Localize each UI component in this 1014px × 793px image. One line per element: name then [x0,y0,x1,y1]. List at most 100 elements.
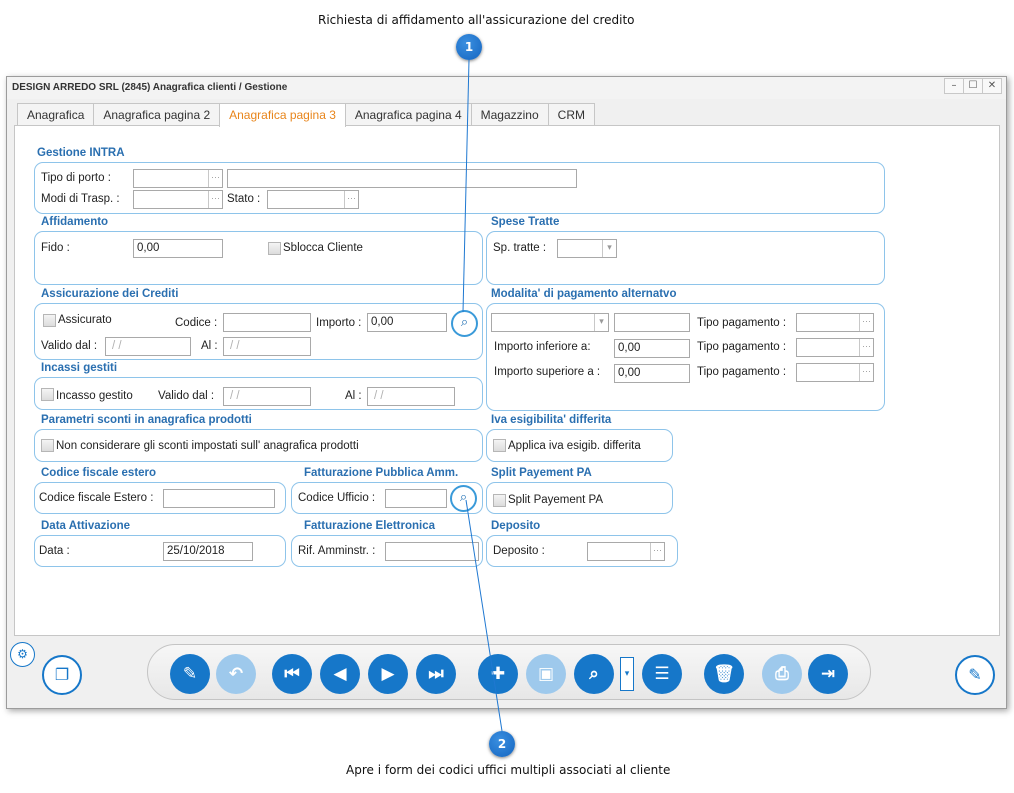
previous-record-button[interactable]: ◀ [320,654,360,694]
callout-1-badge: 1 [456,34,482,60]
data-attivazione-group: Data : 25/10/2018 [34,535,286,567]
sp-tratte-select[interactable]: ▾ [557,239,617,258]
stato-field[interactable]: ··· [267,190,359,209]
sblocca-cliente-checkbox[interactable] [268,242,281,255]
codice-label: Codice : [175,317,218,329]
assicurazione-valido-dal-label: Valido dal : [41,340,98,352]
modi-trasp-label: Modi di Trasp. : [41,193,120,205]
search-dropdown-button[interactable]: ▾ [620,657,634,691]
search-button[interactable]: ⌕ [574,654,614,694]
fido-label: Fido : [41,242,70,254]
tipo-pagamento-label-2: Tipo pagamento : [697,341,787,353]
fido-field[interactable]: 0,00 [133,239,223,258]
applica-iva-checkbox[interactable] [493,439,506,452]
sconti-group: Non considerare gli sconti impostati sul… [34,429,483,462]
next-record-button[interactable]: ▶ [368,654,408,694]
modalita-title: Modalita' di pagamento alternatvo [491,288,677,300]
modi-trasp-field[interactable]: ··· [133,190,223,209]
importo-superiore-field[interactable]: 0,00 [614,364,690,383]
minimize-button[interactable]: – [944,78,964,94]
tab-bar: Anagrafica Anagrafica pagina 2 Anagrafic… [17,103,595,127]
tipo-pagamento-label-3: Tipo pagamento : [697,366,787,378]
modalita-description-field[interactable] [614,313,690,332]
first-record-button[interactable]: ⏮ [272,654,312,694]
chevron-down-icon[interactable]: ▾ [602,240,616,257]
codice-ufficio-field[interactable] [385,489,447,508]
incassi-title: Incassi gestiti [41,362,118,374]
tab-anagrafica-pagina-2[interactable]: Anagrafica pagina 2 [93,103,221,126]
assicurazione-al-field[interactable]: / / [223,337,311,356]
close-button[interactable]: ✕ [982,78,1002,94]
tab-anagrafica-pagina-4[interactable]: Anagrafica pagina 4 [344,103,472,126]
ellipsis-icon[interactable]: ··· [650,543,664,560]
tipo-pagamento-field-1[interactable]: ··· [796,313,874,332]
split-title: Split Payement PA [491,467,592,479]
delete-button[interactable]: 🗑 [704,654,744,694]
deposito-field[interactable]: ··· [587,542,665,561]
spese-tratte-group: Sp. tratte : ▾ [486,231,885,285]
last-record-button[interactable]: ⏭ [416,654,456,694]
ellipsis-icon[interactable]: ··· [859,364,873,381]
tipo-pagamento-field-2[interactable]: ··· [796,338,874,357]
assicurazione-valido-dal-field[interactable]: / / [105,337,191,356]
data-attivazione-field[interactable]: 25/10/2018 [163,542,253,561]
stato-label: Stato : [227,193,261,205]
tab-crm[interactable]: CRM [547,103,595,126]
importo-inferiore-field[interactable]: 0,00 [614,339,690,358]
deposito-label: Deposito : [493,545,545,557]
fatt-elettronica-title: Fatturazione Elettronica [304,520,435,532]
tab-anagrafica[interactable]: Anagrafica [17,103,95,126]
ellipsis-icon[interactable]: ··· [859,339,873,356]
codici-uffici-multipli-button[interactable]: ⌕ [450,485,477,512]
ellipsis-icon[interactable]: ··· [208,170,222,187]
deposito-title: Deposito [491,520,541,532]
ellipsis-icon[interactable]: ··· [344,191,358,208]
non-considerare-sconti-label: Non considerare gli sconti impostati sul… [56,440,359,452]
bottom-toolbar: ✎ ↶ ⏮ ◀ ▶ ⏭ ✚ ▣ ⌕ ▾ ☰ 🗑 ⎙ ⇥ [147,644,871,700]
tipo-porto-code-field[interactable]: ··· [133,169,223,188]
list-button[interactable]: ☰ [642,654,682,694]
non-considerare-sconti-checkbox[interactable] [41,439,54,452]
fatt-pa-group: Codice Ufficio : ⌕ [291,482,483,514]
save-button[interactable]: ▣ [526,654,566,694]
affidamento-group: Fido : 0,00 Sblocca Cliente [34,231,483,285]
gear-icon[interactable]: ⚙ [10,642,35,667]
assicurato-checkbox[interactable] [43,314,56,327]
codice-field[interactable] [223,313,311,332]
intra-group: Tipo di porto : ··· Modi di Trasp. : ···… [34,162,885,214]
credit-insurance-request-button[interactable]: ⌕ [451,310,478,337]
customer-window: DESIGN ARREDO SRL (2845) Anagrafica clie… [6,76,1007,709]
incassi-valido-dal-field[interactable]: / / [223,387,311,406]
rif-amministr-field[interactable] [385,542,479,561]
edit-note-button[interactable]: ✎ [955,655,995,695]
split-payement-checkbox[interactable] [493,494,506,507]
chevron-down-icon[interactable]: ▾ [594,314,608,331]
sconti-title: Parametri sconti in anagrafica prodotti [41,414,252,426]
callout-2-text: Apre i form dei codici uffici multipli a… [346,763,671,777]
print-button[interactable]: ⎙ [762,654,802,694]
importo-field[interactable]: 0,00 [367,313,447,332]
split-group: Split Payement PA [486,482,673,514]
tipo-pagamento-field-3[interactable]: ··· [796,363,874,382]
incassi-valido-dal-label: Valido dal : [158,390,215,402]
ellipsis-icon[interactable]: ··· [208,191,222,208]
edit-button[interactable]: ✎ [170,654,210,694]
incasso-gestito-checkbox[interactable] [41,388,54,401]
assicurazione-title: Assicurazione dei Crediti [41,288,179,300]
fatt-pa-title: Fatturazione Pubblica Amm. [304,467,459,479]
tab-magazzino[interactable]: Magazzino [470,103,549,126]
title-bar: DESIGN ARREDO SRL (2845) Anagrafica clie… [7,77,1006,99]
cf-estero-field[interactable] [163,489,275,508]
new-record-button[interactable]: ✚ [478,654,518,694]
modalita-select[interactable]: ▾ [491,313,609,332]
incassi-al-field[interactable]: / / [367,387,455,406]
undo-button[interactable]: ↶ [216,654,256,694]
sp-tratte-label: Sp. tratte : [493,242,547,254]
maximize-button[interactable]: ☐ [963,78,983,94]
tab-anagrafica-pagina-3[interactable]: Anagrafica pagina 3 [219,103,346,127]
importo-label: Importo : [316,317,362,329]
ellipsis-icon[interactable]: ··· [859,314,873,331]
tipo-porto-description-field[interactable] [227,169,577,188]
exit-button[interactable]: ⇥ [808,654,848,694]
copy-button[interactable]: ❐ [42,655,82,695]
